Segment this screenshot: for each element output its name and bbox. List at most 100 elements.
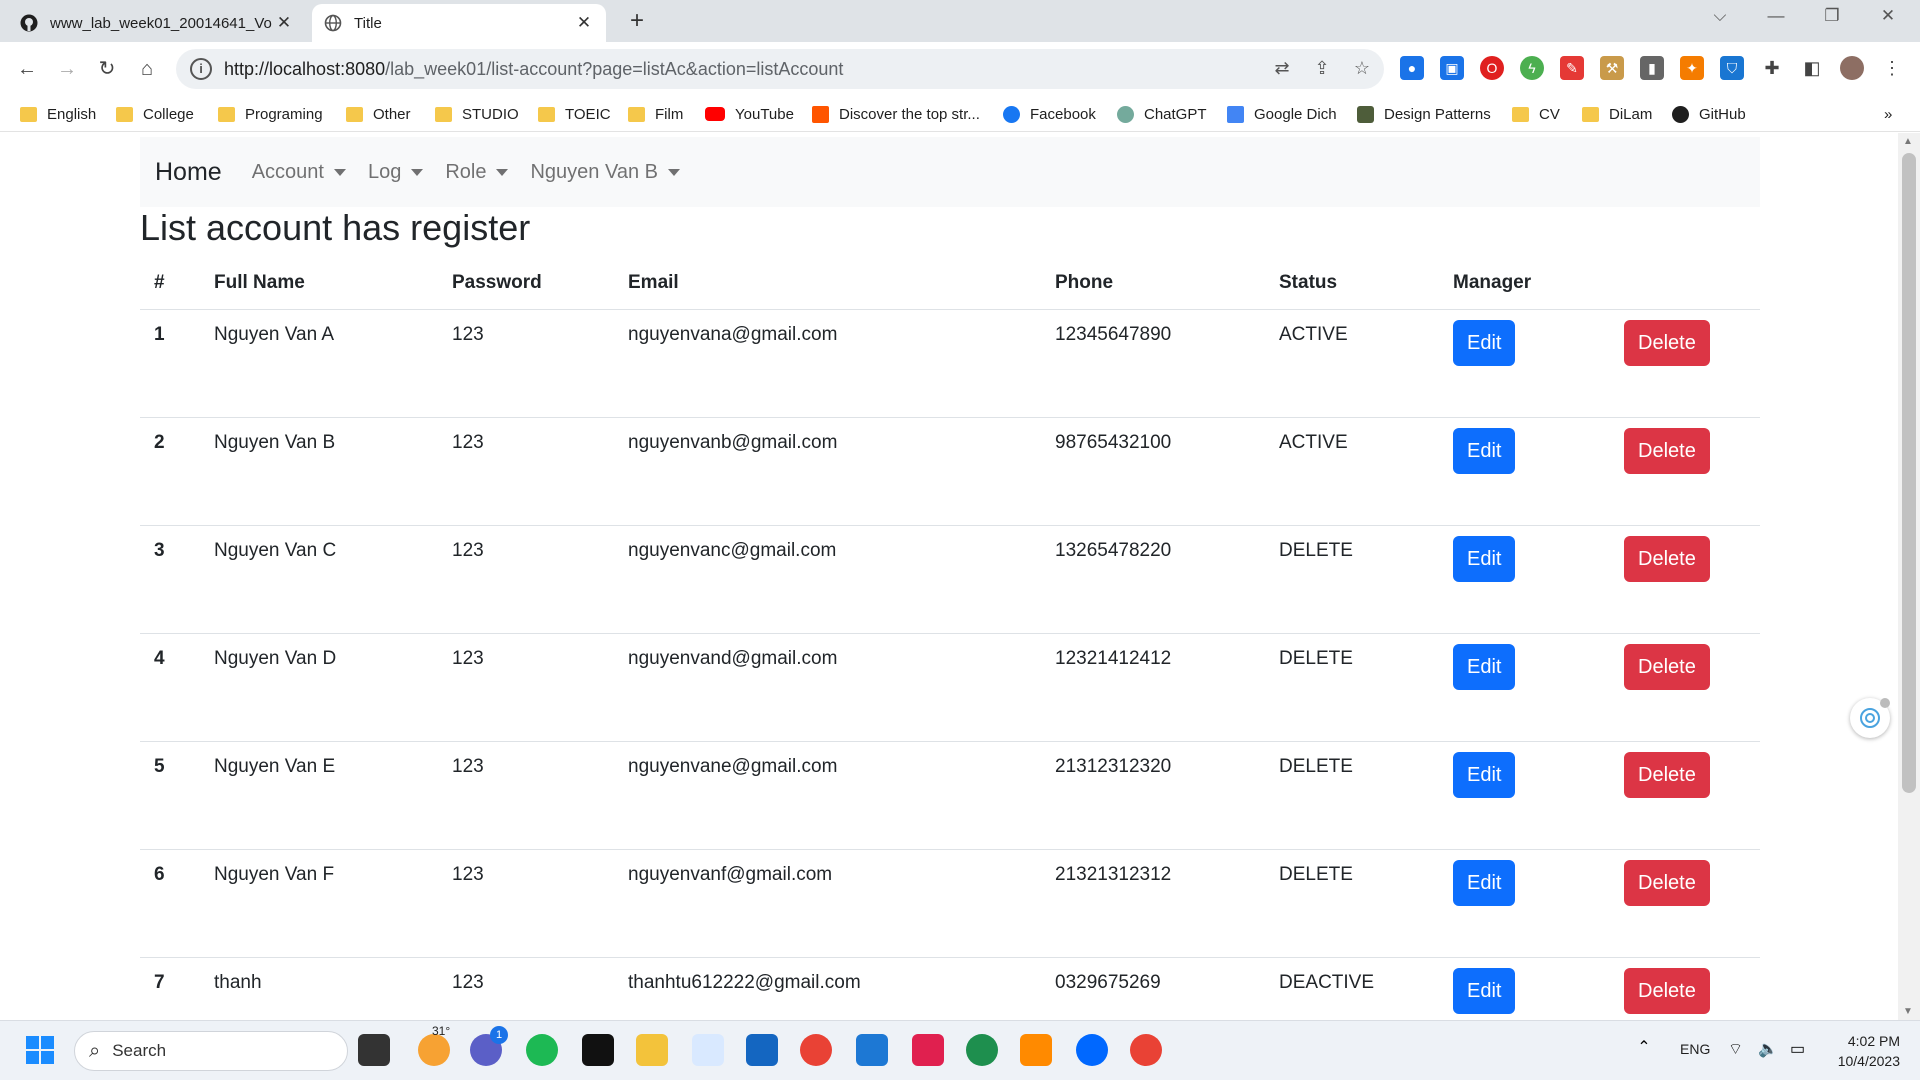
caret-down-icon [496, 168, 509, 176]
more-bookmarks-icon[interactable]: » [1884, 102, 1892, 126]
bookmark-film[interactable]: Film [628, 102, 683, 126]
tab-title-page[interactable]: Title ✕ [312, 4, 606, 42]
profile-avatar[interactable] [1840, 56, 1864, 80]
chat-assistant-icon[interactable] [1850, 698, 1890, 738]
side-panel-icon[interactable]: ◧ [1800, 56, 1824, 80]
metamask-icon[interactable]: ✦ [1680, 56, 1704, 80]
home-icon[interactable]: ⌂ [132, 54, 162, 84]
bookmark-google-dich[interactable]: Google Dich [1227, 102, 1337, 126]
scroll-up-icon[interactable]: ▲ [1903, 136, 1913, 147]
chrome-icon[interactable] [800, 1034, 832, 1066]
spotify-icon[interactable] [526, 1034, 558, 1066]
extension-save-icon[interactable]: ▣ [1440, 56, 1464, 80]
extensions-puzzle-icon[interactable]: ✚ [1760, 56, 1784, 80]
language-indicator[interactable]: ENG [1680, 1041, 1710, 1057]
close-window-icon[interactable]: ✕ [1868, 6, 1908, 26]
bookmark-youtube[interactable]: YouTube [705, 102, 794, 126]
tab-github-repo[interactable]: www_lab_week01_20014641_Vo ✕ [8, 4, 306, 42]
chrome-profile-icon[interactable] [1130, 1034, 1162, 1066]
tray-chevron-up-icon[interactable]: ⌃ [1632, 1037, 1656, 1061]
bookmark-dilam[interactable]: DiLam [1582, 102, 1652, 126]
intellij-icon[interactable] [912, 1034, 944, 1066]
system-clock[interactable]: 4:02 PM 10/4/2023 [1838, 1031, 1900, 1071]
snipping-tool-icon[interactable] [692, 1034, 724, 1066]
extension-opera-icon[interactable]: O [1480, 56, 1504, 80]
hs-app-icon[interactable] [966, 1034, 998, 1066]
address-bar[interactable]: i http://localhost:8080/lab_week01/list-… [176, 49, 1384, 89]
extension-droplet-icon[interactable]: ● [1400, 56, 1424, 80]
delete-button[interactable]: Delete [1624, 859, 1710, 906]
microsoft-store-icon[interactable] [746, 1034, 778, 1066]
nav-dropdown-user[interactable]: Nguyen Van B [530, 161, 680, 184]
bookmark-english[interactable]: English [20, 102, 96, 126]
bookmark-design-patterns[interactable]: Design Patterns [1357, 102, 1491, 126]
cell-fullname: Nguyen Van C [200, 525, 438, 634]
bookmark-college[interactable]: College [116, 102, 194, 126]
back-icon[interactable]: ← [12, 54, 42, 84]
nav-dropdown-role[interactable]: Role [445, 161, 509, 184]
bookmark-programing[interactable]: Programing [218, 102, 323, 126]
chatgpt-icon [1117, 105, 1134, 123]
task-view-icon[interactable] [358, 1034, 390, 1066]
minimize-icon[interactable]: — [1756, 6, 1796, 26]
battery-icon[interactable]: ▭ [1790, 1039, 1814, 1063]
delete-button[interactable]: Delete [1624, 751, 1710, 798]
bookmark-discover[interactable]: Discover the top str... [812, 102, 980, 126]
edit-button[interactable]: Edit [1453, 859, 1516, 906]
bookmark-github[interactable]: GitHub [1672, 102, 1746, 126]
edit-button[interactable]: Edit [1453, 967, 1516, 1014]
weather-icon[interactable]: 31° [418, 1024, 450, 1066]
delete-button[interactable]: Delete [1624, 319, 1710, 366]
bookmark-facebook[interactable]: Facebook [1003, 102, 1096, 126]
bookmark-other[interactable]: Other [346, 102, 411, 126]
bookmark-star-icon[interactable]: ☆ [1350, 58, 1374, 80]
volume-icon[interactable]: 🔈 [1758, 1039, 1782, 1063]
extension-tool-icon[interactable]: ⚒ [1600, 56, 1624, 80]
windows-start-icon[interactable] [24, 1034, 56, 1066]
bookmark-studio[interactable]: STUDIO [435, 102, 519, 126]
pdf-app-icon[interactable] [1020, 1034, 1052, 1066]
reload-icon[interactable]: ↻ [92, 54, 122, 84]
navbar-brand-home[interactable]: Home [155, 158, 222, 187]
bookmark-toeic[interactable]: TOEIC [538, 102, 611, 126]
edit-button[interactable]: Edit [1453, 751, 1516, 798]
notion-icon[interactable] [582, 1034, 614, 1066]
scroll-down-icon[interactable]: ▼ [1903, 1006, 1913, 1017]
restore-icon[interactable]: ❐ [1812, 6, 1852, 26]
tab-close-icon[interactable]: ✕ [274, 13, 294, 33]
delete-button[interactable]: Delete [1624, 643, 1710, 690]
bookmark-cv[interactable]: CV [1512, 102, 1560, 126]
site-info-icon[interactable]: i [190, 58, 212, 80]
extension-shield-icon[interactable]: ⛉ [1720, 56, 1744, 80]
scrollbar-thumb[interactable] [1902, 153, 1916, 793]
edit-button[interactable]: Edit [1453, 535, 1516, 582]
bookmark-chatgpt[interactable]: ChatGPT [1117, 102, 1207, 126]
forward-icon[interactable]: → [52, 54, 82, 84]
teams-chat-icon[interactable]: 1 [470, 1026, 508, 1066]
file-explorer-icon[interactable] [636, 1034, 668, 1066]
nav-dropdown-account[interactable]: Account [252, 161, 346, 184]
mail-icon[interactable] [856, 1034, 888, 1066]
translate-icon[interactable]: ⇄ [1270, 58, 1294, 80]
edit-button[interactable]: Edit [1453, 319, 1516, 366]
delete-button[interactable]: Delete [1624, 967, 1710, 1014]
zalo-icon[interactable] [1076, 1034, 1108, 1066]
new-tab-button[interactable]: + [622, 7, 652, 37]
delete-button[interactable]: Delete [1624, 535, 1710, 582]
extension-paint-icon[interactable]: ✎ [1560, 56, 1584, 80]
cell-fullname: Nguyen Van A [200, 309, 438, 418]
edit-button[interactable]: Edit [1453, 427, 1516, 474]
table-row: 1 Nguyen Van A 123 nguyenvana@gmail.com 1234… [140, 309, 1760, 418]
nav-dropdown-log[interactable]: Log [368, 161, 424, 184]
delete-button[interactable]: Delete [1624, 427, 1710, 474]
edit-button[interactable]: Edit [1453, 643, 1516, 690]
tab-search-icon[interactable]: ⌵ [1700, 6, 1740, 26]
extension-green-icon[interactable]: ϟ [1520, 56, 1544, 80]
share-icon[interactable]: ⇪ [1310, 58, 1334, 80]
menu-kebab-icon[interactable]: ⋮ [1880, 56, 1904, 80]
page-scrollbar[interactable]: ▲ ▼ [1898, 133, 1920, 1020]
extension-grey-icon[interactable]: ▮ [1640, 56, 1664, 80]
wifi-icon[interactable]: ⌔ [1728, 1039, 1752, 1063]
taskbar-search[interactable]: ⌕ Search [74, 1031, 348, 1071]
tab-close-icon[interactable]: ✕ [574, 13, 594, 33]
